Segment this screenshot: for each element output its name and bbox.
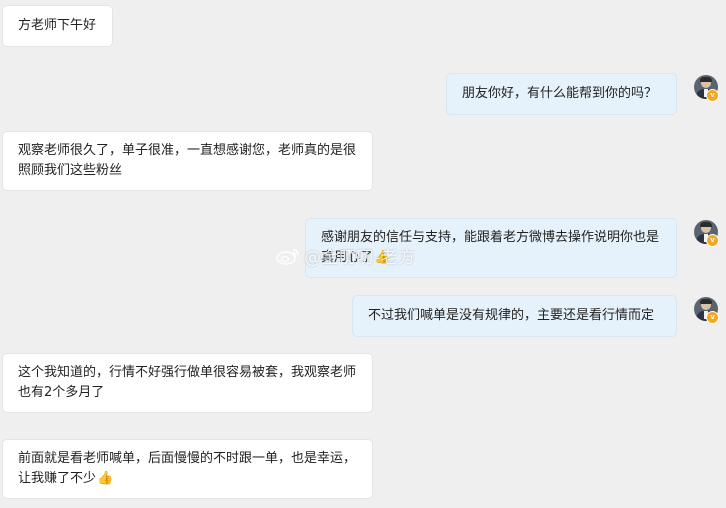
message-text: 观察老师很久了，单子很准，一直想感谢您，老师真的是很照顾我们这些粉丝	[18, 143, 357, 178]
message-bubble-incoming: 方老师下午好	[3, 6, 112, 46]
message-text: 感谢朋友的信任与支持，能跟着老方微博去操作说明你也是真用心了	[321, 230, 660, 265]
message-bubble-outgoing: 感谢朋友的信任与支持，能跟着老方微博去操作说明你也是真用心了👍	[306, 219, 676, 277]
verified-badge-icon: v	[706, 234, 719, 247]
verified-badge-icon: v	[706, 311, 719, 324]
thumbs-up-icon: 👍	[374, 250, 391, 265]
weibo-logo-icon	[276, 248, 299, 265]
message-text: 不过我们喊单是没有规律的，主要还是看行情而定	[368, 308, 655, 323]
thumbs-up-icon: 👍	[97, 471, 114, 486]
message-text: 前面就是看老师喊单，后面慢慢的不时跟一单，也是幸运，让我赚了不少	[18, 451, 357, 486]
message-bubble-outgoing: 朋友你好，有什么能帮到你的吗？	[447, 74, 676, 114]
message-text: 这个我知道的，行情不好强行做单很容易被套，我观察老师也有2个多月了	[18, 365, 357, 400]
message-text: 方老师下午好	[18, 18, 97, 33]
message-bubble-incoming: 观察老师很久了，单子很准，一直想感谢您，老师真的是很照顾我们这些粉丝	[3, 132, 372, 190]
message-bubble-incoming: 前面就是看老师喊单，后面慢慢的不时跟一单，也是幸运，让我赚了不少👍	[3, 440, 372, 498]
message-bubble-outgoing: 不过我们喊单是没有规律的，主要还是看行情而定	[353, 296, 676, 336]
message-bubble-incoming: 这个我知道的，行情不好强行做单很容易被套，我观察老师也有2个多月了	[3, 354, 372, 412]
verified-badge-icon: v	[706, 89, 719, 102]
message-text: 朋友你好，有什么能帮到你的吗？	[462, 86, 658, 101]
